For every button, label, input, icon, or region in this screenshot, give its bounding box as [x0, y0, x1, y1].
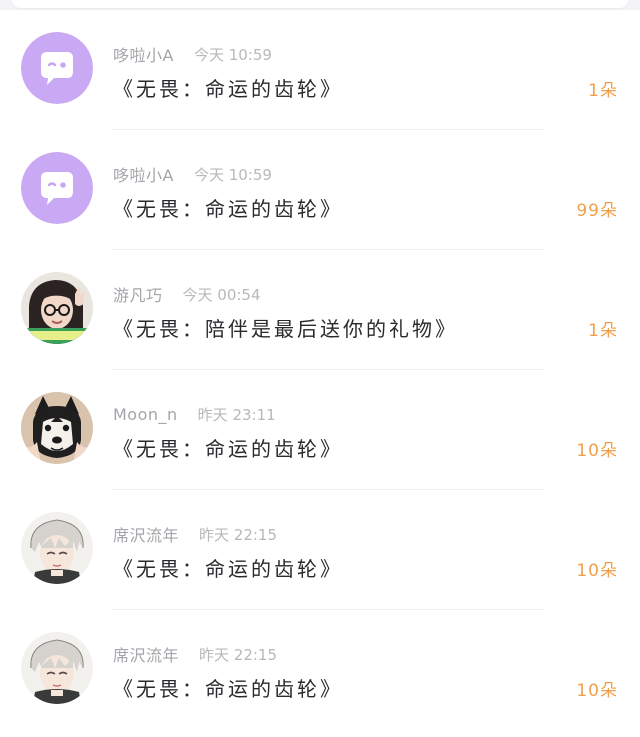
flower-count: 10朵: [576, 561, 618, 581]
gift-meta: 哆啦小A 今天 10:59: [113, 162, 272, 186]
book-title[interactable]: 《无畏：命运的齿轮》: [113, 73, 343, 102]
user-name[interactable]: 席沢流年: [113, 642, 179, 666]
flower-count: 10朵: [576, 681, 618, 701]
user-name[interactable]: Moon_n: [113, 405, 178, 424]
user-name[interactable]: 哆啦小A: [113, 42, 174, 66]
photo-avatar-icon[interactable]: [21, 272, 93, 344]
book-title[interactable]: 《无畏：命运的齿轮》: [113, 673, 343, 702]
book-title[interactable]: 《无畏：命运的齿轮》: [113, 193, 343, 222]
book-title[interactable]: 《无畏：命运的齿轮》: [113, 553, 343, 582]
user-name[interactable]: 哆啦小A: [113, 162, 174, 186]
gift-meta: 席沢流年 昨天 22:15: [113, 522, 278, 546]
anime-avatar-icon[interactable]: [21, 632, 93, 704]
gift-meta: 席沢流年 昨天 22:15: [113, 642, 278, 666]
timestamp: 今天 10:59: [193, 165, 272, 184]
timestamp: 今天 00:54: [182, 285, 261, 304]
user-name[interactable]: 游凡巧: [113, 282, 163, 306]
timestamp: 昨天 22:15: [199, 525, 278, 544]
flower-count: 99朵: [576, 201, 618, 221]
top-card-edge: [0, 0, 640, 10]
gift-row[interactable]: 席沢流年 昨天 22:15 《无畏：命运的齿轮》 10朵: [0, 610, 640, 730]
gift-meta: 游凡巧 今天 00:54: [113, 282, 261, 306]
gift-meta: Moon_n 昨天 23:11: [113, 403, 276, 425]
gift-list: 哆啦小A 今天 10:59 《无畏：命运的齿轮》 1朵 哆啦小A 今天 10:5…: [0, 10, 640, 730]
timestamp: 昨天 22:15: [199, 645, 278, 664]
gift-row[interactable]: 游凡巧 今天 00:54 《无畏：陪伴是最后送你的礼物》 1朵: [0, 250, 640, 370]
husky-avatar-icon[interactable]: [21, 392, 93, 464]
gift-row[interactable]: 哆啦小A 今天 10:59 《无畏：命运的齿轮》 1朵: [0, 10, 640, 130]
gift-row[interactable]: 席沢流年 昨天 22:15 《无畏：命运的齿轮》 10朵: [0, 490, 640, 610]
flower-count: 1朵: [588, 81, 618, 101]
book-title[interactable]: 《无畏：命运的齿轮》: [113, 433, 343, 462]
flower-count: 1朵: [588, 321, 618, 341]
card-edge: [12, 0, 628, 8]
book-title[interactable]: 《无畏：陪伴是最后送你的礼物》: [113, 313, 458, 342]
timestamp: 昨天 23:11: [197, 405, 276, 424]
user-name[interactable]: 席沢流年: [113, 522, 179, 546]
anime-avatar-icon[interactable]: [21, 512, 93, 584]
gift-row[interactable]: Moon_n 昨天 23:11 《无畏：命运的齿轮》 10朵: [0, 370, 640, 490]
gift-meta: 哆啦小A 今天 10:59: [113, 42, 272, 66]
timestamp: 今天 10:59: [193, 45, 272, 64]
flower-count: 10朵: [576, 441, 618, 461]
chat-bubble-avatar-icon[interactable]: [21, 32, 93, 104]
chat-bubble-avatar-icon[interactable]: [21, 152, 93, 224]
gift-row[interactable]: 哆啦小A 今天 10:59 《无畏：命运的齿轮》 99朵: [0, 130, 640, 250]
